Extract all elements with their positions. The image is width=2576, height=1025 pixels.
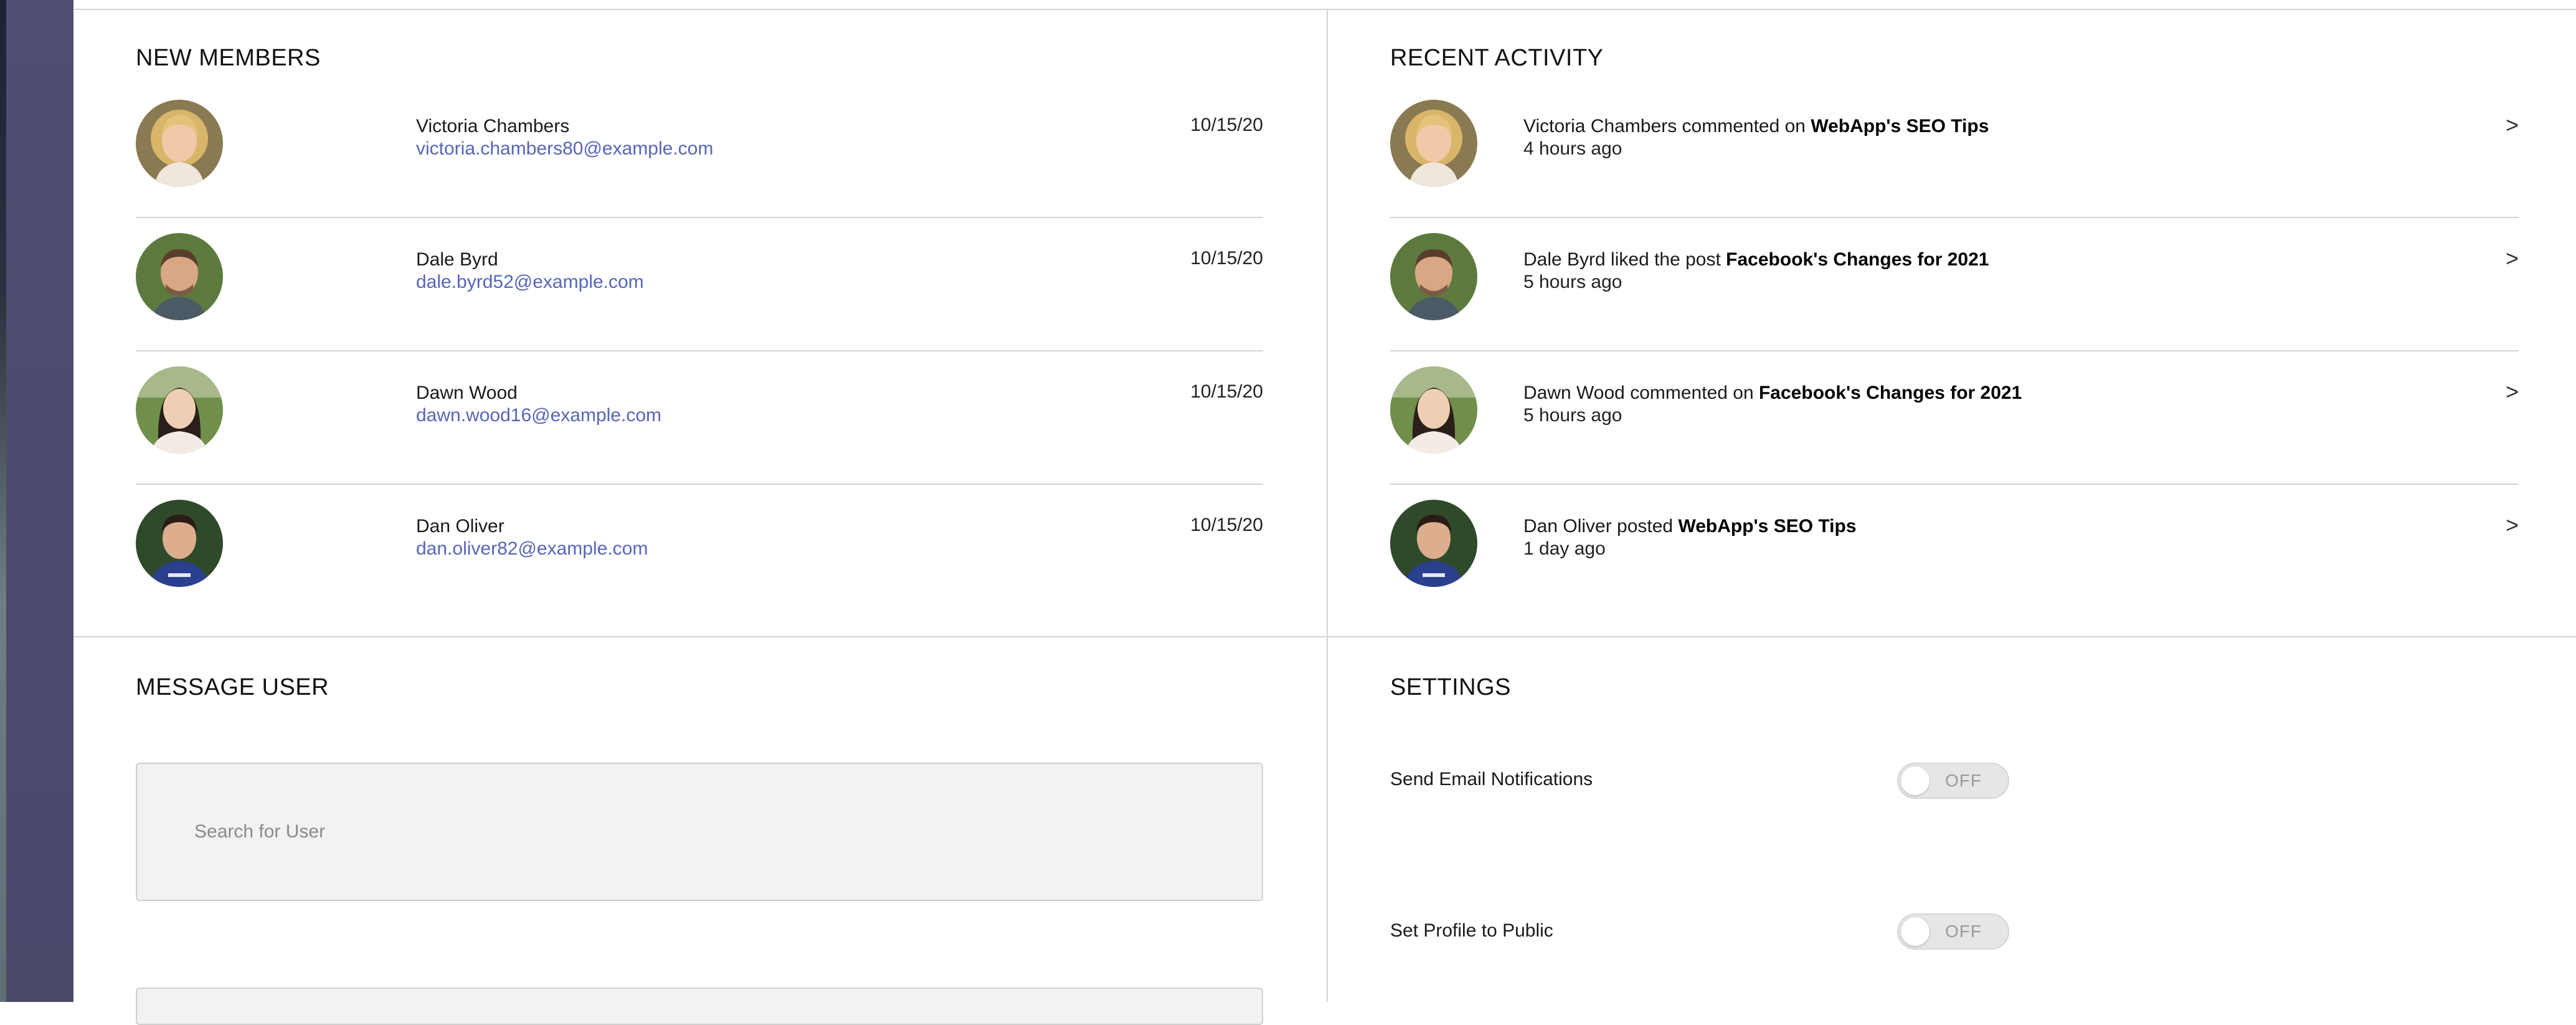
recent-activity-list: Victoria Chambers commented on WebApp's … — [1390, 85, 2519, 618]
search-user-input[interactable] — [136, 763, 1263, 901]
activity-description: Dawn Wood commented on Facebook's Change… — [1523, 383, 2022, 404]
member-name: Victoria Chambers — [416, 116, 570, 136]
activity-actor-text: Victoria Chambers commented on — [1523, 116, 1811, 136]
member-join-date: 10/15/20 — [1190, 115, 1263, 135]
toggle-state: OFF — [1945, 922, 1982, 941]
avatar-dan-image — [136, 500, 223, 587]
middle-divider — [73, 636, 2576, 637]
new-members-title: NEW MEMBERS — [136, 45, 321, 71]
chevron-right-icon[interactable]: > — [2506, 246, 2519, 272]
activity-description: Dale Byrd liked the post Facebook's Chan… — [1523, 249, 1989, 270]
member-name: Dale Byrd — [416, 249, 498, 270]
member-name: Dan Oliver — [416, 516, 504, 536]
activity-avatar[interactable] — [1390, 366, 1477, 454]
message-textarea[interactable] — [136, 988, 1263, 1025]
member-avatar[interactable] — [136, 100, 223, 187]
member-email-link[interactable]: victoria.chambers80@example.com — [416, 138, 713, 160]
activity-time: 5 hours ago — [1523, 405, 1622, 426]
member-email-link[interactable]: dawn.wood16@example.com — [416, 405, 661, 426]
avatar-victoria-image — [136, 100, 223, 187]
activity-row[interactable]: Dawn Wood commented on Facebook's Change… — [1390, 351, 2519, 485]
avatar-dan-image — [1390, 500, 1477, 587]
activity-actor-text: Dawn Wood commented on — [1523, 383, 1759, 403]
profile-public-toggle[interactable]: OFF — [1897, 913, 2009, 950]
activity-avatar[interactable] — [1390, 100, 1477, 187]
member-avatar[interactable] — [136, 500, 223, 587]
activity-row[interactable]: Victoria Chambers commented on WebApp's … — [1390, 85, 2519, 218]
member-name: Dawn Wood — [416, 383, 518, 403]
activity-time: 5 hours ago — [1523, 272, 1622, 292]
avatar-dale-image — [1390, 233, 1477, 320]
chevron-right-icon[interactable]: > — [2506, 112, 2519, 138]
top-divider — [73, 9, 2576, 10]
recent-activity-title: RECENT ACTIVITY — [1390, 45, 1604, 71]
email-notifications-toggle[interactable]: OFF — [1897, 763, 2009, 799]
activity-actor-text: Dan Oliver posted — [1523, 516, 1679, 536]
activity-description: Victoria Chambers commented on WebApp's … — [1523, 116, 1989, 137]
activity-avatar[interactable] — [1390, 233, 1477, 320]
member-row[interactable]: Victoria Chambers victoria.chambers80@ex… — [136, 85, 1263, 218]
activity-post-title[interactable]: Facebook's Changes for 2021 — [1726, 249, 1989, 270]
member-join-date: 10/15/20 — [1190, 248, 1263, 269]
chevron-right-icon[interactable]: > — [2506, 512, 2519, 538]
message-user-title: MESSAGE USER — [136, 674, 329, 700]
activity-post-title[interactable]: WebApp's SEO Tips — [1811, 116, 1989, 136]
activity-post-title[interactable]: WebApp's SEO Tips — [1678, 516, 1856, 536]
activity-row[interactable]: Dale Byrd liked the post Facebook's Chan… — [1390, 218, 2519, 351]
column-divider — [1327, 9, 1328, 1002]
toggle-knob — [1901, 917, 1930, 946]
member-avatar[interactable] — [136, 233, 223, 320]
avatar-dawn-image — [136, 366, 223, 454]
avatar-dale-image — [136, 233, 223, 320]
activity-description: Dan Oliver posted WebApp's SEO Tips — [1523, 516, 1857, 537]
new-members-list: Victoria Chambers victoria.chambers80@ex… — [136, 85, 1263, 618]
member-avatar[interactable] — [136, 366, 223, 454]
member-email-link[interactable]: dale.byrd52@example.com — [416, 272, 644, 293]
activity-row[interactable]: Dan Oliver posted WebApp's SEO Tips 1 da… — [1390, 485, 2519, 618]
activity-post-title[interactable]: Facebook's Changes for 2021 — [1759, 383, 2022, 403]
avatar-dawn-image — [1390, 366, 1477, 454]
toggle-knob — [1901, 766, 1930, 795]
member-row[interactable]: Dale Byrd dale.byrd52@example.com 10/15/… — [136, 218, 1263, 351]
sidebar — [0, 0, 73, 1002]
avatar-victoria-image — [1390, 100, 1477, 187]
chevron-right-icon[interactable]: > — [2506, 379, 2519, 405]
toggle-state: OFF — [1945, 771, 1982, 790]
activity-time: 4 hours ago — [1523, 138, 1622, 159]
setting-label-email-notifications: Send Email Notifications — [1390, 769, 1593, 789]
sidebar-edge — [0, 0, 6, 1002]
setting-label-profile-public: Set Profile to Public — [1390, 920, 1553, 941]
member-row[interactable]: Dan Oliver dan.oliver82@example.com 10/1… — [136, 485, 1263, 618]
member-row[interactable]: Dawn Wood dawn.wood16@example.com 10/15/… — [136, 351, 1263, 485]
activity-actor-text: Dale Byrd liked the post — [1523, 249, 1726, 270]
activity-avatar[interactable] — [1390, 500, 1477, 587]
member-email-link[interactable]: dan.oliver82@example.com — [416, 538, 648, 560]
activity-time: 1 day ago — [1523, 538, 1606, 559]
member-join-date: 10/15/20 — [1190, 515, 1263, 535]
member-join-date: 10/15/20 — [1190, 381, 1263, 402]
settings-title: SETTINGS — [1390, 674, 1512, 700]
